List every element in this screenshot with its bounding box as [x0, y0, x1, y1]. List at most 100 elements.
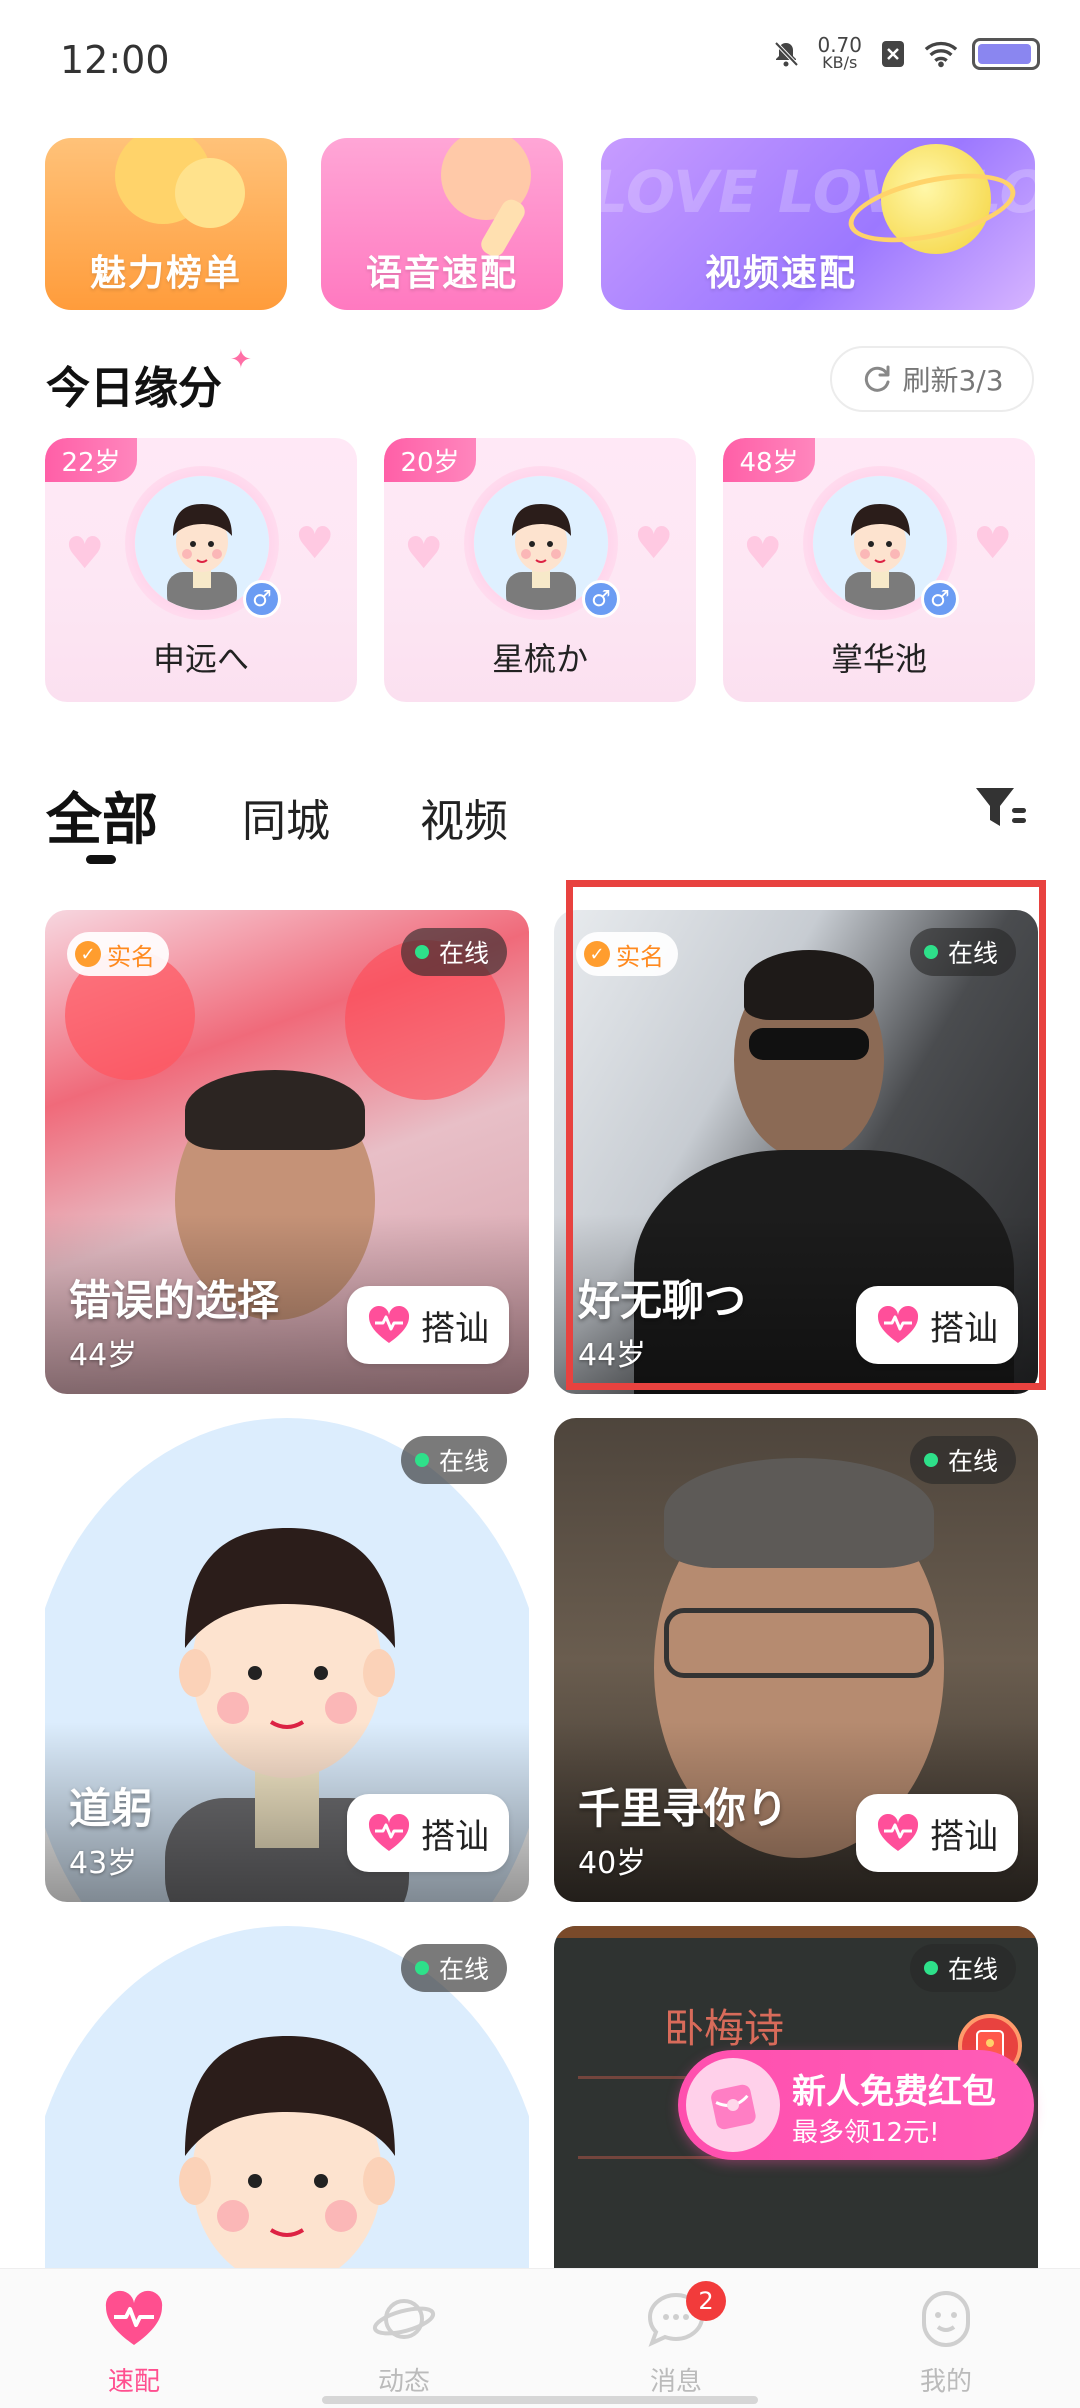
board-frame: [554, 1926, 1038, 1938]
online-badge: 在线: [909, 1436, 1016, 1484]
bottom-navigation: 速配 动态 2 消息 我的: [0, 2268, 1080, 2408]
nav-item-match[interactable]: 速配: [64, 2287, 204, 2398]
battery-icon: [972, 38, 1040, 70]
user-card[interactable]: 在线 道躬 43岁 搭讪: [45, 1418, 529, 1902]
user-card[interactable]: ✓ 实名 在线 错误的选择 44岁 搭讪: [45, 910, 529, 1394]
hair-shape: [185, 1070, 365, 1150]
hair-shape: [744, 950, 874, 1020]
check-icon: ✓: [584, 941, 610, 967]
online-badge: 在线: [400, 928, 507, 976]
tab-same-city[interactable]: 同城: [242, 785, 330, 849]
today-match-card[interactable]: ♥ ♥ 20岁 ♂ 星梳か: [384, 438, 696, 702]
male-gender-icon: ♂: [921, 580, 959, 618]
voice-match-label: 语音速配: [365, 253, 518, 294]
age-tag: 20岁: [384, 438, 476, 482]
online-dot: [923, 945, 938, 959]
greet-button[interactable]: 搭讪: [856, 1794, 1018, 1872]
heartbeat-icon: [368, 1813, 410, 1851]
network-speed: 0.70 KB/s: [817, 33, 862, 72]
online-dot: [923, 1453, 938, 1467]
online-label: 在线: [947, 1955, 998, 1984]
charm-ranking-card[interactable]: 魅力榜单: [45, 138, 287, 310]
match-name: 星梳か: [491, 640, 588, 678]
online-label: 在线: [438, 1447, 489, 1476]
online-dot: [414, 945, 429, 959]
greet-label: 搭讪: [930, 1816, 998, 1857]
home-indicator[interactable]: [322, 2396, 758, 2404]
online-label: 在线: [947, 939, 998, 968]
mute-bell-icon: [769, 37, 803, 71]
match-name: 申远へ: [152, 640, 249, 678]
today-match-list: ♥ ♥ 22岁 ♂ 申远へ ♥ ♥ 20岁 ♂ 星梳か ♥ ♥ 48岁 ♂ 掌华…: [45, 438, 1035, 702]
new-user-red-packet-promo[interactable]: 新人免费红包 最多领12元!: [678, 2050, 1034, 2160]
refresh-label: 刷新3/3: [902, 364, 1004, 397]
user-name: 千里寻你り: [578, 1784, 789, 1833]
feature-cards: 魅力榜单 语音速配 LOVE LOVE LOVE 视频速配: [45, 138, 1035, 313]
glasses-shape: [664, 1608, 934, 1678]
tab-video[interactable]: 视频: [420, 785, 508, 849]
nav-label: 消息: [649, 2367, 702, 2397]
user-card[interactable]: 在线: [45, 1926, 529, 2268]
nav-item-messages[interactable]: 2 消息: [606, 2281, 746, 2398]
heartbeat-icon: [368, 1305, 410, 1343]
filter-icon[interactable]: [972, 780, 1028, 836]
chick-emoji-icon: [175, 158, 245, 228]
refresh-button[interactable]: 刷新3/3: [830, 346, 1034, 412]
planet-icon: [372, 2287, 436, 2351]
nav-item-feed[interactable]: 动态: [334, 2287, 474, 2398]
male-gender-icon: ♂: [243, 580, 281, 618]
online-badge: 在线: [400, 1944, 507, 1992]
heart-decoration: ♥: [634, 518, 674, 569]
user-card[interactable]: ✓ 实名 在线 好无聊つ 44岁 搭讪: [554, 910, 1038, 1394]
greet-label: 搭讪: [930, 1308, 998, 1349]
today-title: 今日缘分: [46, 363, 222, 414]
nav-label: 动态: [377, 2367, 430, 2397]
user-name: 道躬: [69, 1784, 154, 1833]
user-age: 43岁: [69, 1846, 138, 1881]
chalkboard-text: 卧梅诗: [664, 2006, 784, 2052]
video-match-card[interactable]: LOVE LOVE LOVE 视频速配: [601, 138, 1035, 310]
wifi-icon: [924, 37, 958, 71]
heart-decoration: ♥: [404, 528, 444, 579]
status-bar: 12:00 0.70 KB/s: [0, 0, 1080, 125]
promo-subtitle: 最多领12元!: [792, 2118, 940, 2148]
user-name: 错误的选择: [69, 1276, 280, 1325]
tab-all[interactable]: 全部: [46, 775, 158, 856]
user-age: 44岁: [69, 1338, 138, 1373]
heartbeat-icon: [877, 1305, 919, 1343]
verified-label: 实名: [107, 942, 155, 971]
tab-indicator: [86, 855, 116, 864]
user-card[interactable]: 在线 千里寻你り 40岁 搭讪: [554, 1418, 1038, 1902]
heart-decoration: ♥: [65, 528, 105, 579]
red-packet-icon: [686, 2058, 780, 2152]
voice-match-card[interactable]: 语音速配: [321, 138, 563, 310]
today-match-card[interactable]: ♥ ♥ 48岁 ♂ 掌华池: [723, 438, 1035, 702]
hair-shape: [664, 1458, 934, 1568]
online-dot: [414, 1961, 429, 1975]
greet-button[interactable]: 搭讪: [347, 1794, 509, 1872]
online-badge: 在线: [909, 928, 1016, 976]
nav-item-profile[interactable]: 我的: [876, 2287, 1016, 2398]
today-match-card[interactable]: ♥ ♥ 22岁 ♂ 申远へ: [45, 438, 357, 702]
online-badge: 在线: [909, 1944, 1016, 1992]
greet-button[interactable]: 搭讪: [347, 1286, 509, 1364]
user-name: 好无聊つ: [578, 1276, 747, 1325]
verified-badge: ✓ 实名: [67, 932, 169, 976]
greet-label: 搭讪: [421, 1308, 489, 1349]
status-icons: 0.70 KB/s: [769, 33, 1040, 72]
charm-ranking-label: 魅力榜单: [89, 253, 242, 294]
profile-icon: [914, 2287, 978, 2351]
promo-title: 新人免费红包: [792, 2072, 996, 2112]
nav-label: 速配: [107, 2367, 160, 2397]
user-age: 40岁: [578, 1846, 647, 1881]
age-tag: 48岁: [723, 438, 815, 482]
online-label: 在线: [438, 939, 489, 968]
online-label: 在线: [438, 1955, 489, 1984]
male-gender-icon: ♂: [582, 580, 620, 618]
user-age: 44岁: [578, 1338, 647, 1373]
online-badge: 在线: [400, 1436, 507, 1484]
unread-badge: 2: [686, 2281, 726, 2321]
greet-button[interactable]: 搭讪: [856, 1286, 1018, 1364]
online-label: 在线: [947, 1447, 998, 1476]
age-tag: 22岁: [45, 438, 137, 482]
